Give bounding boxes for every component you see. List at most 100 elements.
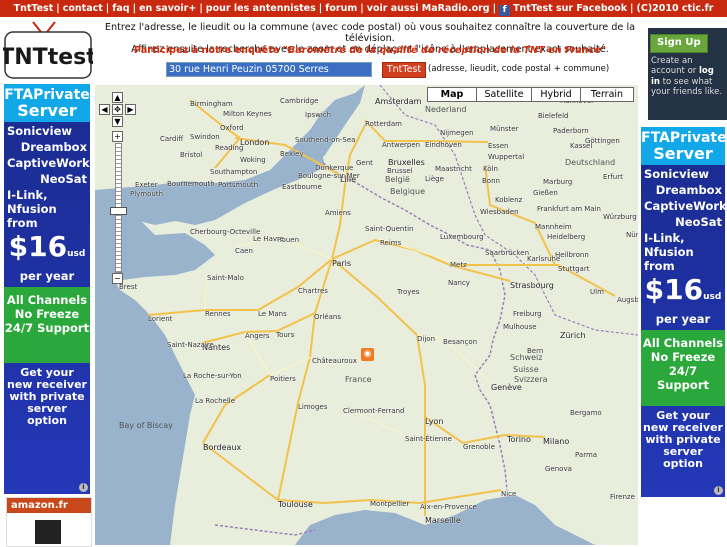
survey-prefix: Participez à notre enquête " bbox=[133, 45, 288, 56]
map-city-label: Gent bbox=[356, 159, 373, 167]
map-city-label: Parma bbox=[575, 451, 598, 459]
nav-link-8[interactable]: (C)2010 ctic.fr bbox=[637, 3, 714, 14]
ad-banner-left[interactable]: FTAPrivate Server Sonicview Dreambox Captive… bbox=[4, 84, 90, 494]
amazon-product-image bbox=[35, 520, 61, 544]
zoom-slider-thumb[interactable] bbox=[110, 207, 127, 215]
map-canvas[interactable] bbox=[95, 85, 638, 545]
map-city-label: Rotterdam bbox=[365, 120, 402, 128]
map-city-label: Besançon bbox=[443, 338, 478, 346]
top-nav-bar: TntTest | contact | faq | en savoir+ | pour les … bbox=[0, 0, 727, 17]
map-city-label: Milton Keynes bbox=[223, 110, 272, 118]
map-city-label: Würzburg bbox=[603, 213, 637, 221]
ad-feature-1: No Freeze bbox=[14, 307, 80, 321]
ad-product-3: NeoSat bbox=[675, 215, 722, 229]
ad-from: from bbox=[644, 259, 675, 273]
nav-separator: | bbox=[105, 3, 110, 14]
survey-link[interactable]: Participez à notre enquête "Baromètre de… bbox=[100, 45, 640, 56]
zoom-in-icon[interactable]: + bbox=[112, 131, 123, 142]
ad-feature-0: All Channels bbox=[642, 336, 724, 350]
map-city-label: Saint-Nazaire bbox=[167, 341, 214, 349]
ad-price: $16usd bbox=[4, 232, 90, 269]
map-city-label: Köln bbox=[483, 165, 498, 173]
ad-feature-0: All Channels bbox=[6, 293, 88, 307]
map-city-label: Eastbourne bbox=[282, 183, 322, 191]
map-type-terrain-button[interactable]: Terrain bbox=[580, 87, 634, 102]
map-city-label: Reading bbox=[215, 144, 244, 152]
ad-price-value: $16 bbox=[644, 273, 704, 306]
ad-product-4: I-Link, Nfusion bbox=[644, 231, 694, 259]
map-sea-atlantic bbox=[95, 195, 215, 545]
map-city-label: Cherbourg-Octeville bbox=[190, 228, 261, 236]
map-city-label: London bbox=[240, 138, 270, 147]
nav-link-5[interactable]: forum bbox=[325, 3, 357, 14]
nav-link-1[interactable]: contact bbox=[63, 3, 103, 14]
map-city-label: Mulhouse bbox=[503, 323, 537, 331]
pan-down-icon[interactable]: ▼ bbox=[112, 116, 123, 127]
map-city-label: Rennes bbox=[205, 310, 231, 318]
address-search-input[interactable] bbox=[166, 62, 372, 77]
map-city-label: Bielefeld bbox=[538, 112, 569, 120]
nav-link-3[interactable]: en savoir+ bbox=[139, 3, 196, 14]
tnttest-search-button[interactable]: TntTest bbox=[382, 62, 426, 78]
nav-link-6[interactable]: voir aussi MaRadio.org bbox=[367, 3, 490, 14]
ad-product-3: NeoSat bbox=[40, 172, 87, 186]
amazon-ad[interactable]: amazon.fr bbox=[6, 497, 92, 547]
map-city-label: Poitiers bbox=[270, 375, 296, 383]
map-city-label: Firenze bbox=[610, 493, 635, 501]
ad-product-1: Dreambox bbox=[20, 140, 87, 154]
map-type-hybrid-button[interactable]: Hybrid bbox=[531, 87, 581, 102]
ad-banner-right[interactable]: FTAPrivate Server Sonicview Dreambox Captive… bbox=[641, 127, 725, 497]
ad-info-icon[interactable]: i bbox=[714, 486, 723, 495]
tv-logo-icon: TNTtest bbox=[0, 21, 97, 79]
map-city-label: Milano bbox=[543, 437, 570, 446]
map-city-label: Amiens bbox=[325, 209, 351, 217]
nav-separator: | bbox=[492, 3, 497, 14]
facebook-signup-widget: Sign Up Create an account or log in to s… bbox=[648, 28, 727, 120]
nav-link-2[interactable]: faq bbox=[112, 3, 129, 14]
map-type-satellite-button[interactable]: Satellite bbox=[476, 87, 532, 102]
map-city-label: Marseille bbox=[425, 516, 461, 525]
pan-center-icon[interactable]: ✥ bbox=[112, 104, 123, 115]
ad-cta: Get your new receiver with private serve… bbox=[7, 366, 87, 427]
map-city-label: Marburg bbox=[543, 178, 573, 186]
map-city-label: Oxford bbox=[220, 124, 244, 132]
map-city-label: Woking bbox=[240, 156, 266, 164]
zoom-out-icon[interactable]: − bbox=[112, 273, 123, 284]
ad-price-currency: usd bbox=[703, 292, 722, 302]
map-city-label: France bbox=[345, 375, 372, 384]
nav-link-4[interactable]: pour les antennistes bbox=[206, 3, 316, 14]
ad-product-2: CaptiveWorks bbox=[7, 156, 90, 170]
ad-feature-1: No Freeze bbox=[650, 350, 716, 364]
nav-link-0[interactable]: TntTest bbox=[14, 3, 54, 14]
map-city-label: Genova bbox=[545, 465, 572, 473]
ad-line-2: Server bbox=[653, 144, 713, 163]
map-city-label: Erfurt bbox=[603, 173, 623, 181]
map-city-label: Aix-en-Provence bbox=[420, 503, 477, 511]
map-city-label: Antwerpen bbox=[382, 141, 421, 149]
map-city-label: Limoges bbox=[298, 403, 328, 411]
map-city-label: Toulouse bbox=[278, 500, 313, 509]
map-border-spain bbox=[214, 524, 316, 536]
map-city-label: Bruxelles bbox=[388, 158, 425, 167]
nav-link-7[interactable]: TntTest sur Facebook bbox=[513, 3, 627, 14]
facebook-signup-button[interactable]: Sign Up bbox=[650, 34, 708, 53]
map-city-label: Augsburg bbox=[617, 296, 638, 304]
pan-left-icon[interactable]: ◀ bbox=[99, 104, 110, 115]
location-marker-icon[interactable]: ◉ bbox=[361, 348, 374, 361]
pan-up-icon[interactable]: ▲ bbox=[112, 92, 123, 103]
map-city-label: Belgique bbox=[390, 187, 426, 196]
map-city-label: Tours bbox=[276, 331, 295, 339]
ad-info-icon[interactable]: i bbox=[79, 483, 88, 492]
map-city-label: Birmingham bbox=[190, 100, 233, 108]
map-type-map-button[interactable]: Map bbox=[427, 87, 477, 102]
nav-separator: | bbox=[360, 3, 364, 14]
map-city-label: Luxembourg bbox=[440, 233, 484, 241]
map-city-label: Lille bbox=[340, 175, 357, 184]
map-city-label: Grenoble bbox=[463, 443, 495, 451]
pan-right-icon[interactable]: ▶ bbox=[125, 104, 136, 115]
ad-price-value: $16 bbox=[8, 230, 68, 263]
map-city-label: La Roche-sur-Yon bbox=[183, 372, 242, 380]
tnttest-logo[interactable]: TNTtest bbox=[0, 20, 97, 82]
map-border-france-swiss bbox=[474, 354, 508, 491]
map-view[interactable]: BirminghamCambridgeAmsterdamNederlandHan… bbox=[95, 85, 638, 545]
